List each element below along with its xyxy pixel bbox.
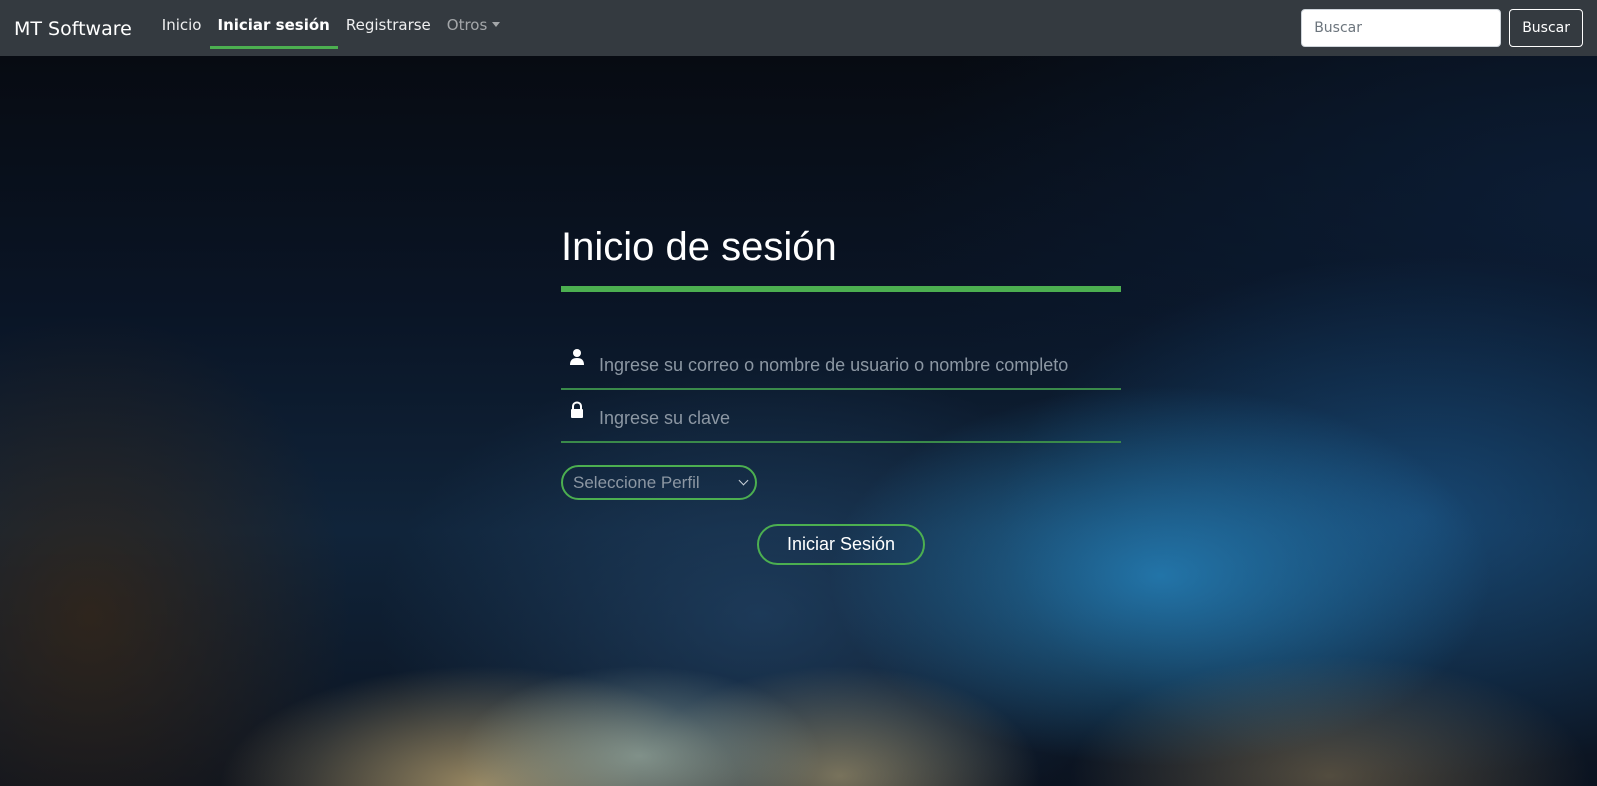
top-navbar: MT Software Inicio Iniciar sesión Regist… [0,0,1597,56]
profile-select-box: Seleccione Perfil [561,465,757,500]
caret-down-icon [492,22,501,27]
login-title: Inicio de sesión [561,222,1121,292]
user-field [561,342,1121,390]
user-input[interactable] [591,345,1121,385]
nav-link-iniciar-sesion[interactable]: Iniciar sesión [209,1,338,49]
brand-logo-text[interactable]: MT Software [14,18,132,40]
password-field [561,395,1121,443]
nav-link-inicio[interactable]: Inicio [154,1,210,49]
user-icon [563,348,591,372]
login-form: Inicio de sesión Selecci [561,222,1121,565]
nav-dropdown-otros-label: Otros [446,16,488,34]
submit-row: Iniciar Sesión [561,524,1121,565]
lock-icon [563,401,591,425]
password-input[interactable] [591,398,1121,438]
nav-search-form: Buscar [1301,9,1583,47]
page: MT Software Inicio Iniciar sesión Regist… [0,0,1597,786]
nav-link-registrarse[interactable]: Registrarse [338,1,439,49]
search-button[interactable]: Buscar [1509,9,1583,47]
login-submit-button[interactable]: Iniciar Sesión [757,524,925,565]
search-input[interactable] [1301,9,1502,47]
profile-select[interactable]: Seleccione Perfil [561,465,757,500]
profile-select-wrap: Seleccione Perfil [561,465,1121,500]
nav-dropdown-otros[interactable]: Otros [439,1,509,49]
